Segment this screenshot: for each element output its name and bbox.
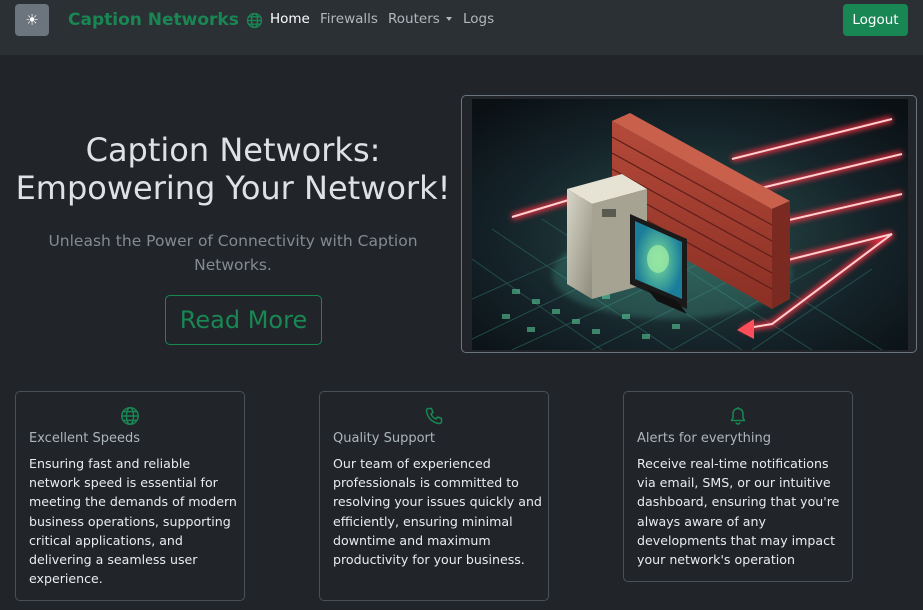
nav-home[interactable]: Home — [270, 11, 310, 27]
hero-image-frame — [461, 95, 917, 353]
globe-icon — [246, 12, 263, 28]
hero-subtitle: Unleash the Power of Connectivity with C… — [48, 232, 418, 274]
feature-title: Quality Support — [333, 431, 435, 446]
feature-text: Our team of experienced professionals is… — [333, 456, 542, 568]
feature-title: Excellent Speeds — [29, 431, 141, 446]
feature-text: Receive real-time notifications via emai… — [637, 456, 840, 568]
feature-card-alerts: Alerts for everything Receive real-time … — [623, 391, 853, 582]
hero-title: Caption Networks: Empowering Your Networ… — [15, 131, 451, 207]
globe-icon — [121, 407, 139, 425]
feature-text: Ensuring fast and reliable network speed… — [29, 456, 237, 587]
phone-icon — [425, 407, 443, 425]
brand-name: Caption Networks — [68, 10, 239, 30]
hero-firewall-image — [472, 99, 908, 350]
bell-icon — [730, 407, 746, 425]
sun-icon: ☀ — [25, 11, 39, 29]
feature-title: Alerts for everything — [637, 431, 772, 446]
nav-logs[interactable]: Logs — [463, 11, 494, 27]
caret-down-icon — [445, 17, 452, 21]
feature-card-support: Quality Support Our team of experienced … — [319, 391, 549, 601]
theme-toggle-button[interactable]: ☀ — [15, 4, 49, 36]
navbar: ☀ Caption Networks Home Firewalls Router… — [0, 0, 923, 55]
nav-routers-label: Routers — [388, 11, 440, 27]
nav-firewalls[interactable]: Firewalls — [320, 11, 378, 27]
feature-card-speeds: Excellent Speeds Ensuring fast and relia… — [15, 391, 245, 601]
brand-link[interactable]: Caption Networks — [68, 10, 263, 30]
logout-button[interactable]: Logout — [843, 4, 908, 36]
read-more-button[interactable]: Read More — [165, 295, 322, 345]
nav-routers[interactable]: Routers — [388, 11, 452, 27]
